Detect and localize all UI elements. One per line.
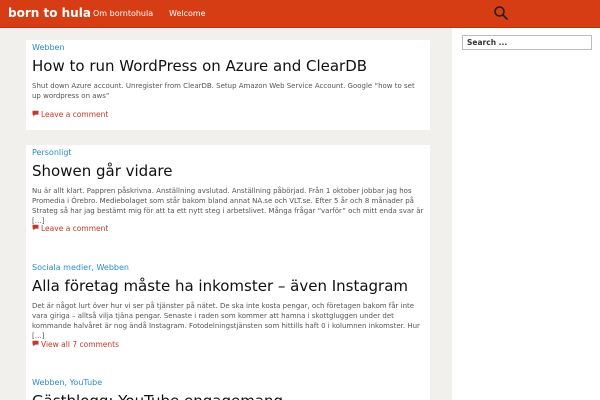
comments-link[interactable]: Leave a comment <box>32 224 108 233</box>
post-title[interactable]: How to run WordPress on Azure and ClearD… <box>32 57 424 75</box>
post-card: Webben, YouTube Gästblogg: YouTube engag… <box>26 375 430 400</box>
category-link[interactable]: Webben <box>32 378 65 387</box>
post-categories: Sociala medier, Webben <box>32 263 129 272</box>
post-title[interactable]: Showen går vidare <box>32 162 424 180</box>
category-link[interactable]: Webben <box>96 263 129 272</box>
post-title[interactable]: Gästblogg: YouTube engagemang <box>32 392 424 400</box>
search-input[interactable] <box>462 35 592 50</box>
nav-item-welcome[interactable]: Welcome <box>169 9 206 18</box>
category-link[interactable]: Webben <box>32 43 65 52</box>
comments-link[interactable]: View all 7 comments <box>32 340 119 349</box>
category-link[interactable]: Personligt <box>32 148 72 157</box>
post-categories: Personligt <box>32 148 424 158</box>
comment-icon <box>32 340 39 349</box>
comment-icon <box>32 110 39 119</box>
site-title[interactable]: born to hula <box>8 6 91 20</box>
category-link[interactable]: Sociala medier <box>32 263 91 272</box>
post-excerpt: Det är något lurt över hur vi ser på tjä… <box>32 302 420 340</box>
post-card: Sociala medier, Webben Alla företag måst… <box>26 260 430 390</box>
comments-label: View all 7 comments <box>41 340 120 349</box>
comments-link[interactable]: Leave a comment <box>32 110 108 119</box>
post-categories: Webben, YouTube <box>32 378 103 387</box>
post-card: Webben How to run WordPress on Azure and… <box>26 40 430 130</box>
post-excerpt: Nu är allt klart. Pappren påskrivna. Ans… <box>32 187 424 225</box>
post-excerpt: Shut down Azure account. Unregister from… <box>32 82 415 100</box>
search-icon[interactable] <box>493 5 509 21</box>
category-link[interactable]: YouTube <box>70 378 103 387</box>
comment-icon <box>32 224 39 233</box>
post-card: Personligt Showen går vidare Nu är allt … <box>26 145 430 273</box>
nav-item-om-borntohula[interactable]: Om borntohula <box>93 9 153 18</box>
post-title[interactable]: Alla företag måste ha inkomster – även I… <box>32 277 424 295</box>
comments-label: Leave a comment <box>41 224 109 233</box>
comments-label: Leave a comment <box>41 110 109 119</box>
post-categories: Webben <box>32 43 424 53</box>
sidebar <box>452 28 600 400</box>
top-navigation-bar: born to hula Om borntohula Welcome <box>0 0 600 28</box>
